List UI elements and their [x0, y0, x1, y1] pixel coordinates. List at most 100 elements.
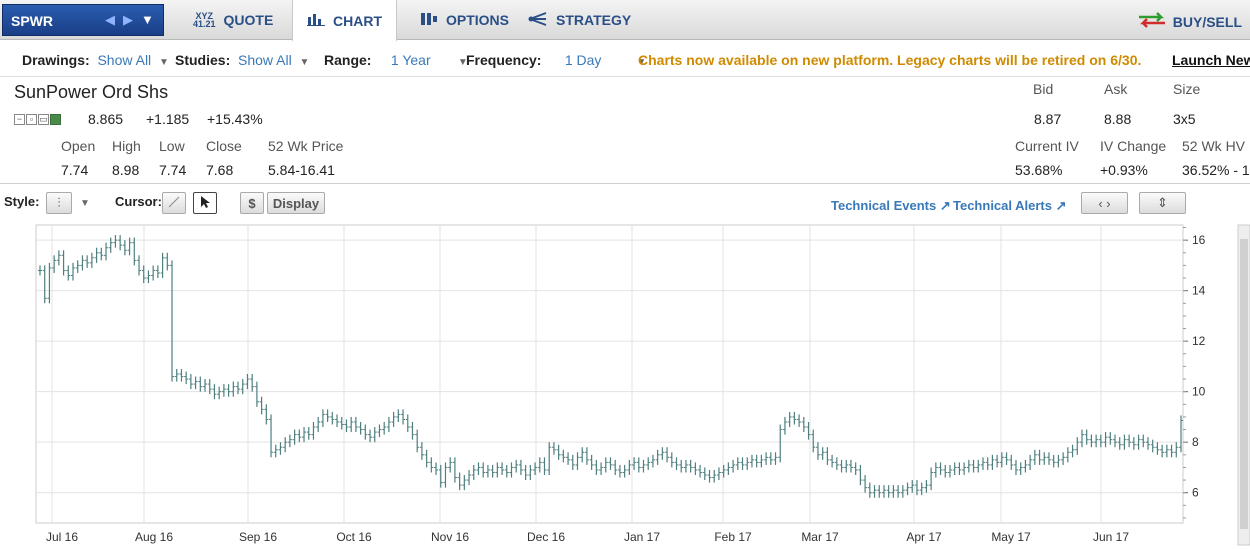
ask-value: 8.88 — [1104, 111, 1132, 127]
chevron-down-icon[interactable]: ▼ — [80, 198, 90, 209]
chevron-down-icon[interactable]: ▼ — [141, 12, 154, 27]
style-button[interactable]: ⫶ — [46, 192, 72, 214]
technical-events-link[interactable]: Technical Events ↗ — [831, 198, 951, 214]
wk52-label: 52 Wk Price — [268, 138, 344, 154]
tab-chart-label: CHART — [333, 12, 382, 29]
tab-quote[interactable]: XYZ 41.21 QUOTE — [193, 0, 289, 40]
cursor-label: Cursor: — [115, 194, 162, 209]
close-label: Close — [206, 138, 242, 154]
open-value: 7.74 — [61, 162, 89, 178]
high-label: High — [112, 138, 141, 154]
technical-alerts-link[interactable]: Technical Alerts ↗ — [953, 198, 1067, 214]
collapse-icon[interactable]: − — [14, 114, 25, 125]
style-label: Style: — [4, 194, 40, 209]
x-tick-label: Oct 16 — [336, 530, 372, 544]
external-link-icon: ↗ — [1055, 198, 1067, 213]
open-label: Open — [61, 138, 96, 154]
ohlc-style-icon: ⫶ — [57, 195, 61, 210]
iv-change-value: +0.93% — [1100, 162, 1148, 178]
y-tick-label: 10 — [1192, 385, 1206, 399]
iv-label: Current IV — [1015, 138, 1079, 154]
dollar-button[interactable]: $ — [240, 192, 264, 214]
drawings-control[interactable]: Drawings: Show All ▼ — [22, 52, 169, 68]
x-tick-label: Jan 17 — [624, 530, 660, 544]
low-label: Low — [159, 138, 185, 154]
studies-control[interactable]: Studies: Show All ▼ — [175, 52, 309, 68]
chart-toolbar: Style: ⫶ ▼ Cursor: $ Display Technical E… — [0, 185, 1250, 221]
bid-label: Bid — [1033, 81, 1054, 97]
x-tick-label: Jun 17 — [1093, 530, 1129, 544]
pointer-icon — [199, 195, 211, 212]
scrollbar-thumb[interactable] — [1240, 239, 1248, 529]
quote-panel: SunPower Ord Shs − ▫ ▭ 8.865 +1.185 +15.… — [0, 78, 1250, 184]
expand-icon[interactable]: ▫ — [26, 114, 37, 125]
wk52-value: 5.84-16.41 — [268, 162, 335, 178]
legacy-notice: Charts now available on new platform. Le… — [638, 52, 1142, 68]
y-tick-label: 12 — [1192, 334, 1206, 348]
hv-value: 36.52% - 1 — [1182, 162, 1250, 178]
tab-strategy-label: STRATEGY — [556, 12, 632, 28]
next-symbol-icon[interactable]: ▶ — [123, 12, 133, 28]
vertical-arrows-icon: ⇕ — [1157, 195, 1168, 210]
x-tick-label: Aug 16 — [135, 530, 173, 544]
y-tick-label: 6 — [1192, 486, 1199, 500]
horizontal-zoom-button[interactable]: ‹ › — [1081, 192, 1128, 214]
symbol-box[interactable]: SPWR ◀ ▶ ▼ — [2, 4, 164, 36]
line-tool-icon — [167, 195, 181, 212]
line-cursor-button[interactable] — [162, 192, 186, 214]
plot-area — [35, 224, 1184, 524]
range-control[interactable]: Range: 1 Year ▼ — [324, 52, 468, 68]
symbol-label: SPWR — [11, 13, 53, 29]
panel-icons: − ▫ ▭ — [14, 114, 61, 125]
prev-symbol-icon[interactable]: ◀ — [105, 12, 115, 28]
x-tick-label: Sep 16 — [239, 530, 277, 544]
pointer-cursor-button[interactable] — [193, 192, 217, 214]
y-tick-label: 14 — [1192, 284, 1206, 298]
x-tick-label: Apr 17 — [906, 530, 942, 544]
company-name: SunPower Ord Shs — [14, 82, 169, 102]
options-icon — [420, 12, 438, 29]
high-value: 8.98 — [112, 162, 140, 178]
y-tick-label: 8 — [1192, 435, 1199, 449]
horizontal-arrows-icon: ‹ › — [1098, 195, 1111, 211]
launch-new-link[interactable]: Launch New — [1172, 52, 1250, 68]
chart-controls-row: Drawings: Show All ▼ Studies: Show All ▼… — [0, 41, 1250, 77]
tab-options[interactable]: OPTIONS — [420, 0, 510, 40]
buy-sell-arrows-icon — [1137, 12, 1167, 32]
tab-quote-label: QUOTE — [223, 12, 274, 28]
tab-chart[interactable]: CHART — [292, 0, 397, 41]
frequency-control[interactable]: Frequency: 1 Day ▼ — [466, 52, 646, 68]
price-chart[interactable]: 6 8 10 12 14 16 Jul 16 Aug 16 Sep 16 Oct 16 Nov 16… — [0, 221, 1250, 549]
bid-value: 8.87 — [1034, 111, 1062, 127]
close-value: 7.68 — [206, 162, 234, 178]
x-tick-label: May 17 — [991, 530, 1031, 544]
bar-chart-icon — [307, 12, 325, 29]
buysell-button[interactable]: BUY/SELL — [1137, 12, 1242, 32]
buysell-label: BUY/SELL — [1172, 14, 1242, 30]
tab-options-label: OPTIONS — [446, 12, 510, 28]
x-tick-label: Nov 16 — [431, 530, 469, 544]
price-change-pct: +15.43% — [207, 111, 263, 127]
hv-label: 52 Wk HV — [1182, 138, 1246, 154]
size-value: 3x5 — [1173, 111, 1196, 127]
tab-strategy[interactable]: STRATEGY — [528, 0, 632, 40]
last-price: 8.865 — [88, 111, 124, 127]
external-link-icon: ↗ — [939, 198, 951, 213]
xyz-quote-icon: XYZ 41.21 — [193, 11, 216, 29]
chevron-down-icon: ▼ — [158, 57, 169, 68]
y-tick-label: 16 — [1192, 233, 1206, 247]
top-nav: SPWR ◀ ▶ ▼ XYZ 41.21 QUOTE CHART OPTIONS… — [0, 0, 1250, 41]
x-tick-label: Feb 17 — [714, 530, 752, 544]
popout-icon[interactable]: ▭ — [38, 114, 49, 125]
vertical-zoom-button[interactable]: ⇕ — [1139, 192, 1186, 214]
iv-value: 53.68% — [1015, 162, 1063, 178]
strategy-icon — [528, 11, 548, 29]
x-tick-label: Mar 17 — [801, 530, 839, 544]
chevron-down-icon: ▼ — [299, 57, 310, 68]
iv-change-label: IV Change — [1100, 138, 1167, 154]
status-indicator-icon — [50, 114, 61, 125]
display-button[interactable]: Display — [267, 192, 325, 214]
price-change: +1.185 — [146, 111, 190, 127]
size-label: Size — [1173, 81, 1201, 97]
x-tick-label: Dec 16 — [527, 530, 565, 544]
